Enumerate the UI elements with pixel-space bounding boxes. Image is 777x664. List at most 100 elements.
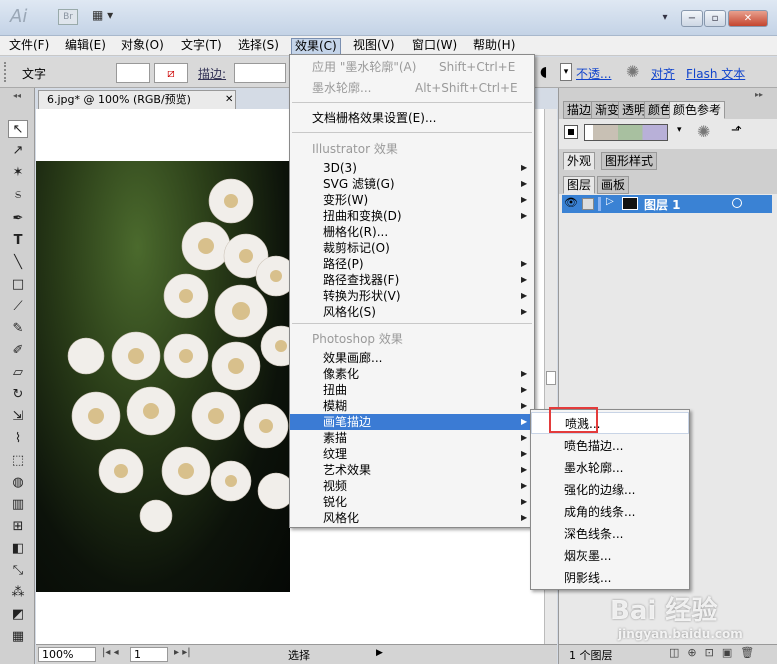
scale-tool-icon[interactable]: ⇲ <box>8 408 28 426</box>
free-transform-tool-icon[interactable]: ⬚ <box>8 452 28 470</box>
pen-tool-icon[interactable]: ✒ <box>8 210 28 228</box>
submenu-item-crosshatch[interactable]: 阴影线... <box>531 567 689 589</box>
rotate-tool-icon[interactable]: ↻ <box>8 386 28 404</box>
workspace-menu-icon[interactable]: ▾ <box>655 10 675 27</box>
menu-item-3d[interactable]: 3D(3) ▶ <box>290 160 534 176</box>
gradient-tool-icon[interactable]: ◧ <box>8 540 28 558</box>
arrange-documents-button[interactable]: ▦ ▾ <box>92 8 126 26</box>
document-tab[interactable]: 6.jpg* @ 100% (RGB/预览) ✕ <box>38 90 236 109</box>
submenu-item-angled-strokes[interactable]: 成角的线条... <box>531 501 689 523</box>
align-link[interactable]: 对齐 <box>651 65 675 82</box>
menu-item-pixelate[interactable]: 像素化 ▶ <box>290 366 534 382</box>
direct-selection-tool-icon[interactable]: ↗ <box>8 142 28 160</box>
menu-item-distort[interactable]: 扭曲 ▶ <box>290 382 534 398</box>
menu-edit[interactable]: 编辑(E) <box>62 38 109 55</box>
close-button[interactable]: ✕ <box>728 10 768 27</box>
line-tool-icon[interactable]: ╲ <box>8 254 28 272</box>
menu-item-convert-to-shape[interactable]: 转换为形状(V) ▶ <box>290 288 534 304</box>
close-tab-icon[interactable]: ✕ <box>225 91 233 108</box>
edit-colors-icon[interactable]: ✺ <box>697 122 710 141</box>
menu-effect[interactable]: 效果(C) <box>291 38 341 55</box>
menu-item-crop-marks[interactable]: 裁剪标记(O) <box>290 240 534 256</box>
menu-item-warp[interactable]: 变形(W) ▶ <box>290 192 534 208</box>
layer-row[interactable]: 👁 ▷ 图层 1 <box>562 195 772 213</box>
menu-item-sketch[interactable]: 素描 ▶ <box>290 430 534 446</box>
stroke-weight-input[interactable] <box>234 63 286 83</box>
eraser-tool-icon[interactable]: ▱ <box>8 364 28 382</box>
harmony-colors-swatch[interactable] <box>584 124 668 141</box>
menu-item-sharpen[interactable]: 锐化 ▶ <box>290 494 534 510</box>
tab-artboards[interactable]: 画板 <box>597 176 630 194</box>
menu-object[interactable]: 对象(O) <box>118 38 167 55</box>
submenu-item-sprayed-strokes[interactable]: 喷色描边... <box>531 435 689 457</box>
type-tool-icon[interactable]: T <box>8 232 28 250</box>
pencil-tool-icon[interactable]: ✎ <box>8 320 28 338</box>
menu-item-blur[interactable]: 模糊 ▶ <box>290 398 534 414</box>
paintbrush-tool-icon[interactable]: ⟋ <box>8 298 28 316</box>
menu-view[interactable]: 视图(V) <box>350 38 398 55</box>
menu-help[interactable]: 帮助(H) <box>470 38 518 55</box>
submenu-item-accented-edges[interactable]: 强化的边缘... <box>531 479 689 501</box>
opacity-link[interactable]: 不透... <box>576 65 611 82</box>
rectangle-tool-icon[interactable]: □ <box>8 276 28 294</box>
menu-item-path[interactable]: 路径(P) ▶ <box>290 256 534 272</box>
menu-type[interactable]: 文字(T) <box>178 38 225 55</box>
status-mode[interactable]: 选择 <box>288 647 310 663</box>
menu-item-stylize-ps[interactable]: 风格化 ▶ <box>290 510 534 526</box>
menu-item-effect-gallery[interactable]: 效果画廊... <box>290 350 534 366</box>
target-icon[interactable] <box>732 198 742 208</box>
menu-item-rasterize[interactable]: 栅格化(R)... <box>290 224 534 240</box>
submenu-item-sumi-e[interactable]: 烟灰墨... <box>531 545 689 567</box>
scroll-thumb[interactable] <box>546 371 556 385</box>
menu-item-texture[interactable]: 纹理 ▶ <box>290 446 534 462</box>
minimize-button[interactable]: − <box>681 10 703 27</box>
warp-tool-icon[interactable]: ⌇ <box>8 430 28 448</box>
expand-layer-icon[interactable]: ▷ <box>606 196 614 207</box>
artboard-tool-icon[interactable]: ▦ <box>8 628 28 646</box>
symbol-sprayer-tool-icon[interactable]: ◍ <box>8 474 28 492</box>
menu-item-pathfinder[interactable]: 路径查找器(F) ▶ <box>290 272 534 288</box>
magic-wand-tool-icon[interactable]: ✶ <box>8 164 28 182</box>
page-nav-icons[interactable]: |◂ ◂ <box>102 647 119 658</box>
menu-item-raster-settings[interactable]: 文档栅格效果设置(E)... <box>290 110 534 126</box>
recolor-icon[interactable]: ✺ <box>626 62 639 81</box>
harmony-dropdown-icon[interactable]: ▾ <box>677 125 682 135</box>
slice-tool-icon[interactable]: ◩ <box>8 606 28 624</box>
menu-item-brush-strokes[interactable]: 画笔描边 ▶ <box>290 414 534 430</box>
stroke-label[interactable]: 描边: <box>198 65 226 82</box>
page-next-icons[interactable]: ▸ ▸| <box>174 647 191 658</box>
zoom-select[interactable]: 100% <box>38 647 96 662</box>
panel-collapse-icon[interactable]: ◂◂ <box>3 92 31 100</box>
menu-item-stylize-ai[interactable]: 风格化(S) ▶ <box>290 304 534 320</box>
fill-swatch[interactable] <box>116 63 150 83</box>
menu-item-artistic[interactable]: 艺术效果 ▶ <box>290 462 534 478</box>
tab-layers[interactable]: 图层 <box>563 176 596 194</box>
menu-item-video[interactable]: 视频 ▶ <box>290 478 534 494</box>
tab-color-guide[interactable]: 颜色参考 <box>669 101 726 119</box>
submenu-item-dark-strokes[interactable]: 深色线条... <box>531 523 689 545</box>
flower-photo[interactable] <box>36 161 302 592</box>
menu-item-svg-filters[interactable]: SVG 滤镜(G) ▶ <box>290 176 534 192</box>
maximize-button[interactable]: ▫ <box>704 10 726 27</box>
tab-appearance[interactable]: 外观 <box>563 152 596 170</box>
style-dropdown-icon[interactable]: ▾ <box>560 63 572 81</box>
stroke-swatch-icon[interactable]: ⧄ <box>154 63 188 83</box>
menu-window[interactable]: 窗口(W) <box>409 38 460 55</box>
menu-item-apply-last[interactable]: 应用 "墨水轮廓"(A) Shift+Ctrl+E <box>290 59 534 75</box>
selection-tool-icon[interactable]: ↖ <box>8 120 28 138</box>
page-number-input[interactable]: 1 <box>130 647 168 662</box>
bridge-button[interactable]: Br <box>58 9 78 25</box>
graph-tool-icon[interactable]: ▥ <box>8 496 28 514</box>
lock-toggle[interactable] <box>582 198 594 210</box>
save-color-group-icon[interactable]: ⬏ <box>731 123 742 138</box>
flash-text-link[interactable]: Flash 文本 <box>686 65 745 82</box>
tab-graphic-styles[interactable]: 图形样式 <box>601 152 658 170</box>
submenu-item-ink-outlines[interactable]: 墨水轮廓... <box>531 457 689 479</box>
menu-item-distort-transform[interactable]: 扭曲和变换(D) ▶ <box>290 208 534 224</box>
eyedropper-tool-icon[interactable]: ⤡ <box>8 562 28 580</box>
blob-brush-tool-icon[interactable]: ✐ <box>8 342 28 360</box>
visibility-eye-icon[interactable]: 👁 <box>564 196 578 209</box>
lasso-tool-icon[interactable]: ಽ <box>8 186 28 204</box>
layer-name[interactable]: 图层 1 <box>644 196 681 213</box>
blend-tool-icon[interactable]: ⁂ <box>8 584 28 602</box>
